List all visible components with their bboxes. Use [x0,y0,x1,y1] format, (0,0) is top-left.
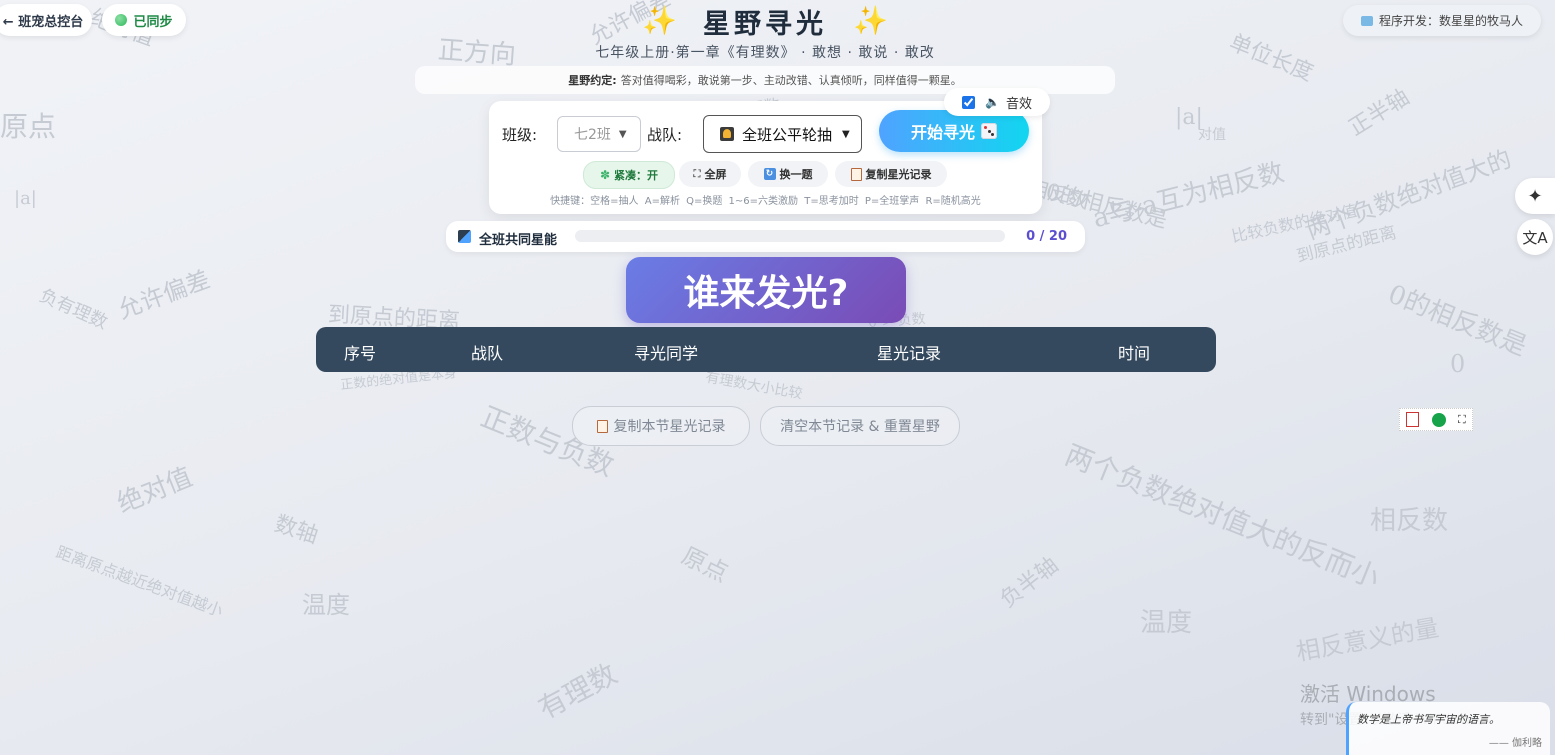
column-header-time: 时间 [1118,344,1151,363]
quote-author: —— 伽利略 [1488,738,1542,749]
watermark-text: 温度 [302,591,350,619]
watermark-text: 到原点的距离 [1294,222,1399,267]
watermark-text: 0的相反数是 [1383,279,1531,363]
watermark-text: 温度 [1140,608,1193,638]
agreement-label: 星野约定: [568,74,617,87]
watermark-text: 两个负数绝对值大的 [1302,144,1516,245]
back-to-console-button[interactable]: ← 班宠总控台 [0,4,92,36]
column-header-student: 寻光同学 [634,344,699,363]
watermark-text: 对值 [1198,127,1226,143]
developer-credit: 程序开发：数星星的牧马人 [1343,5,1541,36]
watermark-text: 两个负数绝对值大的反而小 [1060,438,1385,595]
translate-button[interactable]: 文A [1517,219,1553,255]
column-header-index: 序号 [344,344,377,363]
class-energy-bar: 全班共同星能 0 / 20 [446,221,1085,252]
team-icon [720,127,734,141]
column-header-team: 战队 [471,344,504,363]
watermark-text: 0 [1450,350,1466,378]
copy-star-record-chip[interactable]: 复制星光记录 [835,161,947,187]
quote-text: 数学是上帝书写宇宙的语言。 [1357,713,1500,726]
watermark-text: |a| [1175,105,1203,130]
start-draw-button[interactable]: 开始寻光 [879,110,1029,152]
sync-status-badge: 已同步 [102,4,186,36]
energy-icon [458,230,471,243]
energy-label: 全班共同星能 [479,233,558,248]
green-circle-icon[interactable] [1431,412,1446,427]
compact-toggle-label: 紧凑：开 [614,169,659,182]
watermark-text: 绝对值 [113,462,197,520]
watermark-text: 数轴 [271,511,322,550]
energy-value: 0 / 20 [1026,229,1067,244]
ai-sparkle-button[interactable]: ✦ [1515,178,1555,214]
clear-reset-label: 清空本节记录 & 重置星野 [780,419,940,435]
puzzle-icon: ✽ [599,168,611,182]
quote-card: 数学是上帝书写宇宙的语言。 —— 伽利略 [1346,702,1550,755]
sync-dot-icon [115,14,128,26]
record-table-header: 序号 战队 寻光同学 星光记录 时间 [316,327,1216,372]
watermark-text: 有理数大小比较 [704,369,804,403]
copy-session-record-button[interactable]: 复制本节星光记录 [572,406,750,446]
team-select[interactable]: 全班公平轮抽 ▼ [703,115,862,153]
class-select[interactable]: 七2班 ▼ [557,116,641,152]
sparkle-right-icon: ✨ [853,4,888,37]
speaker-icon: 🔈 [985,95,1000,109]
switch-question-label: 换一题 [779,168,813,181]
sound-label: 音效 [1005,96,1032,112]
sound-toggle[interactable]: 🔈 音效 [944,88,1050,116]
watermark-text: 比较负数的绝对值 [1229,200,1359,247]
team-label: 战队: [647,126,683,144]
draw-result-banner: 谁来发光? [626,257,906,323]
refresh-icon: ↻ [763,168,776,180]
watermark-text: 正半轴 [1344,85,1414,142]
class-label: 班级: [502,126,538,144]
translate-icon: 文A [1522,228,1548,247]
watermark-text: 单位长度 [1225,30,1317,87]
laptop-icon [1360,15,1373,26]
hotkey-hints: 快捷键：空格=抽人 A=解析 Q=换题 1~6=六类激励 T=思考加时 P=全班… [550,196,981,207]
draw-result-label: 谁来发光? [683,273,849,314]
copy-session-record-label: 复制本节星光记录 [613,419,726,435]
watermark-text: |a| [14,188,37,209]
class-value: 七2班 [574,127,611,143]
developer-credit-text: 程序开发：数星星的牧马人 [1378,14,1523,28]
watermark-text: 负半轴 [995,552,1064,614]
watermark-text: 有理数 [532,657,623,726]
copy-star-record-label: 复制星光记录 [865,168,932,181]
watermark-text: 允许偏差 [113,265,214,325]
switch-question-chip[interactable]: ↻ 换一题 [748,161,828,187]
clipboard-icon [596,419,608,433]
chevron-down-icon: ▼ [618,128,627,140]
expand-icon: ⛶ [693,168,701,180]
team-value: 全班公平轮抽 [742,125,833,144]
floating-toolbar: ⛶ [1399,408,1473,431]
watermark-text: 距离原点越近绝对值越小 [53,542,226,621]
watermark-text: 原点 [677,541,733,588]
watermark-text: 相反数 [1370,506,1449,536]
page-subtitle: 七年级上册·第一章《有理数》 · 敢想 · 敢说 · 敢改 [595,45,935,61]
pdf-icon[interactable] [1406,412,1420,427]
fullscreen-chip[interactable]: ⛶ 全屏 [679,161,741,187]
expand-icon[interactable]: ⛶ [1458,413,1466,427]
compact-toggle-chip[interactable]: ✽ 紧凑：开 [583,161,675,189]
watermark-text: a与-a互为相反数 [1089,157,1288,235]
watermark-text: 原点 [0,110,57,143]
control-panel: 班级: 七2班 ▼ 战队: 全班公平轮抽 ▼ 开始寻光 ✽ 紧凑：开 ⛶ 全屏 … [489,101,1042,214]
agreement-text: 答对值得喝彩，敢说第一步、主动改错、认真倾听，同样值得一颗星。 [620,74,962,87]
clear-reset-button[interactable]: 清空本节记录 & 重置星野 [760,406,960,446]
column-header-star-record: 星光记录 [877,344,942,363]
watermark-text: 相反意义的量 [1294,613,1441,667]
sound-checkbox[interactable] [962,95,975,109]
back-label: ← 班宠总控台 [2,14,84,30]
clipboard-icon [850,167,862,181]
chevron-down-icon: ▼ [842,128,850,140]
fullscreen-label: 全屏 [704,168,727,181]
watermark-text: 负有理数 [36,285,111,334]
sparkle-icon: ✦ [1527,185,1543,207]
dice-icon [981,123,997,139]
sync-label: 已同步 [133,14,173,30]
energy-progress-track [575,230,1005,242]
start-draw-label: 开始寻光 [910,123,975,142]
